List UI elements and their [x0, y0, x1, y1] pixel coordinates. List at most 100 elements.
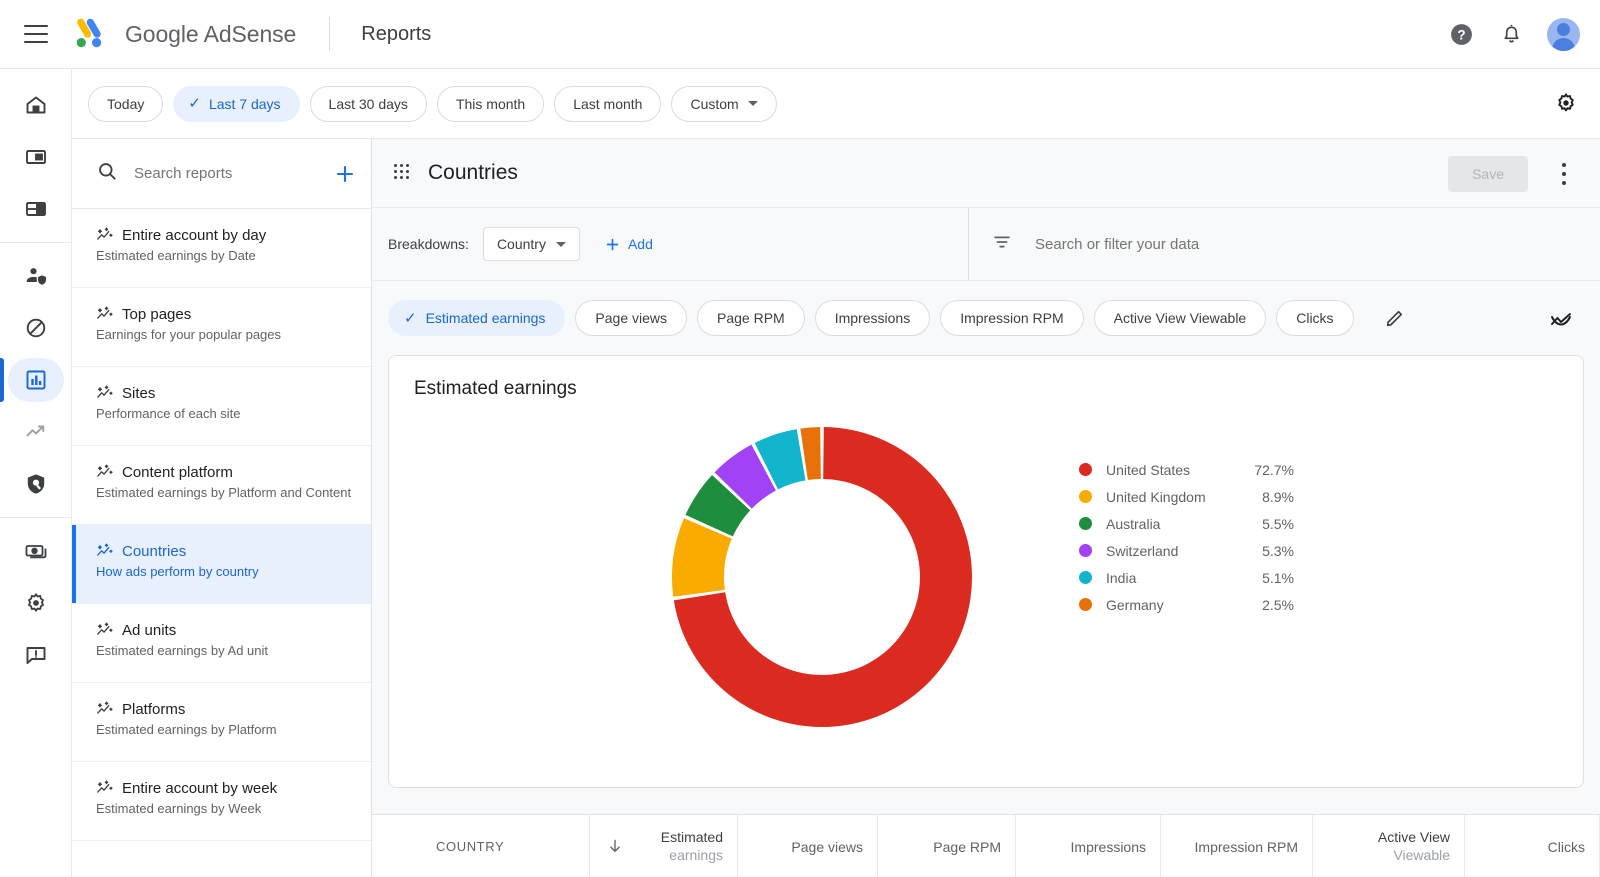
table-column-header[interactable]: Page views — [738, 814, 878, 877]
arrow-down-icon — [606, 837, 624, 860]
plus-icon — [606, 238, 619, 250]
filter-icon[interactable] — [991, 231, 1013, 258]
nav-home[interactable] — [0, 79, 72, 131]
legend-color-swatch — [1079, 598, 1092, 611]
report-list-item[interactable]: Top pages Earnings for your popular pages — [72, 288, 371, 367]
legend-color-swatch — [1079, 517, 1092, 530]
report-list-item[interactable]: Entire account by week Estimated earnings… — [72, 762, 371, 841]
legend-item[interactable]: United Kingdom 8.9% — [1079, 483, 1294, 510]
metric-chip-label: Page RPM — [717, 310, 785, 326]
page-title: Reports — [361, 22, 432, 45]
legend-item[interactable]: India 5.1% — [1079, 564, 1294, 591]
table-column-header[interactable]: Estimated earnings — [590, 814, 738, 877]
legend-color-swatch — [1079, 544, 1092, 557]
report-list-item-title: Sites — [122, 384, 156, 402]
legend-label: United States — [1106, 461, 1191, 478]
apps-grid-icon[interactable] — [394, 164, 412, 182]
table-column-header-sublabel: earnings — [669, 846, 723, 863]
report-list-item[interactable]: Entire account by day Estimated earnings … — [72, 209, 371, 288]
date-range-chip-custom[interactable]: Custom — [671, 85, 777, 122]
legend-label: Germany — [1106, 596, 1164, 613]
nav-feedback[interactable] — [0, 629, 72, 681]
search-reports-input[interactable] — [134, 165, 333, 182]
top-app-bar: Google AdSense Reports ? — [0, 0, 1600, 69]
metric-chip-active-view-viewable[interactable]: Active View Viewable — [1093, 300, 1267, 336]
bar-chart-icon — [24, 368, 48, 392]
legend-color-swatch — [1079, 463, 1092, 476]
nav-reports[interactable] — [0, 354, 72, 406]
brand-logo-group[interactable]: Google AdSense — [70, 17, 296, 51]
nav-blocking-controls[interactable] — [0, 302, 72, 354]
kebab-menu-icon[interactable] — [1554, 163, 1574, 185]
account-avatar[interactable] — [1547, 18, 1580, 51]
table-column-header-label: Page RPM — [933, 838, 1001, 855]
metric-chip-page-views[interactable]: Page views — [575, 300, 688, 336]
chevron-down-icon — [747, 101, 758, 106]
table-column-header[interactable]: Impression RPM — [1161, 814, 1313, 877]
table-column-header[interactable]: Impressions — [1016, 814, 1161, 877]
sparkline-icon — [97, 464, 113, 477]
chart-type-toggle-icon[interactable] — [1548, 308, 1574, 339]
nav-payments[interactable] — [0, 525, 72, 577]
legend-item[interactable]: United States 72.7% — [1079, 456, 1294, 483]
metric-chip-clicks[interactable]: Clicks — [1276, 300, 1354, 336]
date-range-chip-this-month[interactable]: This month — [436, 85, 545, 122]
report-settings-gear-icon[interactable] — [1554, 91, 1578, 120]
report-main-panel: Countries Save Breakdowns: Country Add S… — [372, 138, 1600, 877]
filter-input[interactable] — [1035, 235, 1600, 253]
date-range-chip-last-7-days[interactable]: ✓ Last 7 days — [173, 85, 300, 122]
sparkline-icon — [97, 701, 113, 714]
primary-nav-rail — [0, 69, 72, 877]
metric-chip-impressions[interactable]: Impressions — [814, 300, 931, 336]
report-list-item[interactable]: Countries How ads perform by country — [72, 525, 371, 604]
saved-reports-panel: Entire account by day Estimated earnings … — [72, 138, 372, 877]
report-list-item[interactable]: Platforms Estimated earnings by Platform — [72, 683, 371, 762]
metric-chip-page-rpm[interactable]: Page RPM — [697, 300, 805, 336]
add-breakdown-label: Add — [627, 236, 653, 252]
legend-item[interactable]: Australia 5.5% — [1079, 510, 1294, 537]
metric-chip-estimated-earnings[interactable]: ✓ Estimated earnings — [388, 300, 566, 336]
table-column-header[interactable]: Clicks — [1465, 814, 1600, 877]
table-column-header[interactable]: Active View Viewable — [1313, 814, 1465, 877]
report-list-item[interactable]: Ad units Estimated earnings by Ad unit — [72, 604, 371, 683]
chart-body: United States 72.7% United Kingdom 8.9% Aust… — [389, 400, 1583, 770]
report-list-item-subtitle: Estimated earnings by Ad unit — [96, 643, 268, 658]
breakdown-country-select[interactable]: Country — [482, 227, 580, 261]
legend-item[interactable]: Switzerland 5.3% — [1079, 537, 1294, 564]
nav-divider-1 — [0, 242, 72, 243]
sparkline-icon — [97, 780, 113, 793]
add-breakdown-button[interactable]: Add — [604, 236, 653, 253]
adsense-logo-icon — [76, 18, 102, 48]
nav-ad-layout[interactable] — [0, 183, 72, 235]
date-range-chip-last-month[interactable]: Last month — [554, 85, 662, 122]
svg-text:?: ? — [1457, 28, 1465, 43]
nav-account-settings[interactable] — [0, 577, 72, 629]
gear-icon — [24, 591, 48, 615]
bell-icon[interactable] — [1497, 21, 1525, 49]
create-report-plus-icon[interactable] — [333, 161, 357, 187]
pencil-icon[interactable] — [1384, 307, 1406, 329]
date-range-chip-today[interactable]: Today — [88, 85, 164, 122]
nav-privacy-messaging[interactable] — [0, 250, 72, 302]
table-column-header-label: Estimated — [660, 829, 723, 845]
table-column-header[interactable]: COUNTRY — [372, 814, 590, 877]
metric-chip-label: Active View Viewable — [1113, 310, 1247, 326]
legend-item[interactable]: Germany 2.5% — [1079, 591, 1294, 618]
report-list-item-title: Entire account by day — [122, 226, 267, 244]
report-list-item[interactable]: Content platform Estimated earnings by Pl… — [72, 446, 371, 525]
nav-optimization[interactable] — [0, 406, 72, 458]
hamburger-menu-icon[interactable] — [24, 25, 48, 43]
nav-brand-safety[interactable] — [0, 458, 72, 510]
metric-chip-impression-rpm[interactable]: Impression RPM — [940, 300, 1084, 336]
date-range-chip-label: Last month — [573, 95, 643, 112]
metric-chip-label: Clicks — [1296, 310, 1334, 326]
nav-ads[interactable] — [0, 131, 72, 183]
save-button[interactable]: Save — [1448, 156, 1528, 192]
search-icon — [96, 160, 118, 187]
table-column-header[interactable]: Page RPM — [878, 814, 1016, 877]
report-list-item[interactable]: Sites Performance of each site — [72, 367, 371, 446]
date-range-chip-last-30-days[interactable]: Last 30 days — [309, 85, 427, 122]
help-icon[interactable]: ? — [1447, 21, 1475, 49]
date-range-chip-label: Last 7 days — [208, 95, 281, 112]
report-list-item-title: Top pages — [122, 305, 192, 323]
